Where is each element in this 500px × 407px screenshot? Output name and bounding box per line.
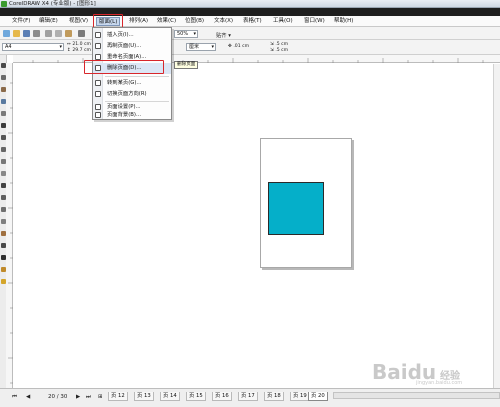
copy-icon[interactable]	[55, 30, 62, 37]
nudge-value: .01 cm	[233, 44, 250, 49]
new-file-icon[interactable]	[3, 30, 10, 37]
menu-separator	[105, 76, 169, 77]
delete-page-tooltip: 删除页面	[174, 61, 199, 69]
print-icon[interactable]	[33, 30, 40, 37]
horizontal-scrollbar[interactable]	[333, 392, 500, 399]
page-tab-20[interactable]: 页 20	[308, 392, 328, 401]
save-icon[interactable]	[23, 30, 30, 37]
page-background-icon	[95, 112, 101, 118]
nudge-field[interactable]: ✥ .01 cm	[228, 44, 249, 49]
standard-toolbar: 50% ▾ 贴齐 ▾	[0, 27, 500, 40]
duplicate-y-field[interactable]: ⇲ .5 cm	[270, 48, 288, 53]
add-page-icon[interactable]: ⊞	[98, 393, 103, 401]
menu-item-label: 插入页(I)...	[107, 32, 134, 38]
page-counter: 20 / 30	[48, 394, 68, 400]
menu-item-go-to-page[interactable]: 转到某页(G)...	[93, 78, 171, 89]
paper-size-value: A4	[5, 44, 12, 50]
menu-arrange[interactable]: 排列(A)	[127, 17, 150, 26]
units-value: 厘米	[189, 44, 200, 50]
page-width-field[interactable]: ↔ 21.0 cm	[67, 42, 91, 47]
menu-bar: 文件(F) 编辑(E) 视图(V) 版面(L) 排列(A) 效果(C) 位图(B…	[0, 16, 500, 27]
last-page-icon[interactable]: ⏭	[86, 393, 91, 401]
menu-item-page-background[interactable]: 页面背景(B)...	[93, 110, 171, 121]
page-height-field[interactable]: ↕ 29.7 cm	[67, 48, 91, 53]
insert-page-icon	[95, 32, 101, 38]
menu-item-label: 切换页面方向(R)	[107, 91, 147, 97]
chevron-down-icon: ▾	[193, 31, 196, 37]
title-strip	[0, 8, 500, 16]
paper-size-select[interactable]: A4 ▾	[2, 43, 64, 51]
menu-help[interactable]: 帮助(H)	[332, 17, 355, 26]
menu-view[interactable]: 视图(V)	[67, 17, 90, 26]
undo-icon[interactable]	[78, 30, 85, 37]
cut-icon[interactable]	[45, 30, 52, 37]
page-tab-15[interactable]: 页 15	[186, 392, 206, 401]
menu-text[interactable]: 文本(X)	[212, 17, 235, 26]
menu-edit[interactable]: 编辑(E)	[37, 17, 60, 26]
page-tab-14[interactable]: 页 14	[160, 392, 180, 401]
prev-page-icon[interactable]: ◀	[26, 393, 30, 401]
zoom-level-select[interactable]: 50% ▾	[174, 30, 198, 38]
menu-file[interactable]: 文件(F)	[10, 17, 32, 26]
cyan-rectangle[interactable]	[268, 182, 324, 235]
page-tab-12[interactable]: 页 12	[108, 392, 128, 401]
menu-window[interactable]: 窗口(W)	[302, 17, 327, 26]
units-select[interactable]: 厘米 ▾	[186, 43, 216, 51]
watermark-url: jingyan.baidu.com	[416, 380, 463, 386]
menu-item-label: 页面背景(B)...	[107, 112, 142, 118]
page-tab-17[interactable]: 页 17	[238, 392, 258, 401]
go-to-page-icon	[95, 80, 101, 86]
menu-tools[interactable]: 工具(O)	[271, 17, 295, 26]
first-page-icon[interactable]: ⏮	[12, 393, 17, 401]
menu-effects[interactable]: 效果(C)	[155, 17, 178, 26]
page-width-value: 21.0 cm	[72, 42, 92, 47]
drawing-canvas[interactable]	[14, 64, 500, 388]
paste-icon[interactable]	[65, 30, 72, 37]
menu-bitmaps[interactable]: 位图(B)	[183, 17, 206, 26]
zoom-level-value: 50%	[177, 31, 189, 37]
duplicate-x-value: .5 cm	[275, 42, 289, 47]
vertical-scrollbar[interactable]	[493, 64, 500, 388]
page-tab-13[interactable]: 页 13	[134, 392, 154, 401]
menu-table[interactable]: 表格(T)	[241, 17, 264, 26]
next-page-icon[interactable]: ▶	[76, 393, 80, 401]
menu-item-duplicate-page[interactable]: 再制页面(U)...	[93, 41, 171, 52]
menu-item-label: 再制页面(U)...	[107, 43, 142, 49]
layout-menu-highlight	[93, 14, 123, 28]
window-title: CorelDRAW X4 (专业版) - [图形1]	[9, 1, 96, 7]
menu-item-switch-orientation[interactable]: 切换页面方向(R)	[93, 89, 171, 100]
chevron-down-icon: ▾	[59, 44, 62, 50]
page-height-value: 29.7 cm	[72, 48, 92, 53]
vertical-ruler[interactable]	[6, 63, 13, 388]
property-bar: A4 ▾ ↔ 21.0 cm ↕ 29.7 cm 厘米 ▾ ✥ .01 cm ⇲ .…	[0, 40, 500, 55]
delete-page-highlight	[84, 60, 164, 74]
open-file-icon[interactable]	[13, 30, 20, 37]
page-tab-19[interactable]: 页 19	[290, 392, 310, 401]
menu-item-label: 转到某页(G)...	[107, 80, 142, 86]
chevron-down-icon: ▾	[211, 44, 214, 50]
duplicate-y-value: .5 cm	[275, 48, 289, 53]
duplicate-page-icon	[95, 43, 101, 49]
page-tab-18[interactable]: 页 18	[264, 392, 284, 401]
duplicate-x-field[interactable]: ⇲ .5 cm	[270, 42, 288, 47]
app-logo-icon	[1, 1, 7, 7]
snap-label: 贴齐	[216, 33, 227, 39]
menu-item-insert-page[interactable]: 插入页(I)...	[93, 30, 171, 41]
title-bar: CorelDRAW X4 (专业版) - [图形1]	[0, 0, 500, 8]
switch-orientation-icon	[95, 91, 101, 97]
snap-dropdown[interactable]: 贴齐 ▾	[216, 31, 231, 39]
page-tab-16[interactable]: 页 16	[212, 392, 232, 401]
